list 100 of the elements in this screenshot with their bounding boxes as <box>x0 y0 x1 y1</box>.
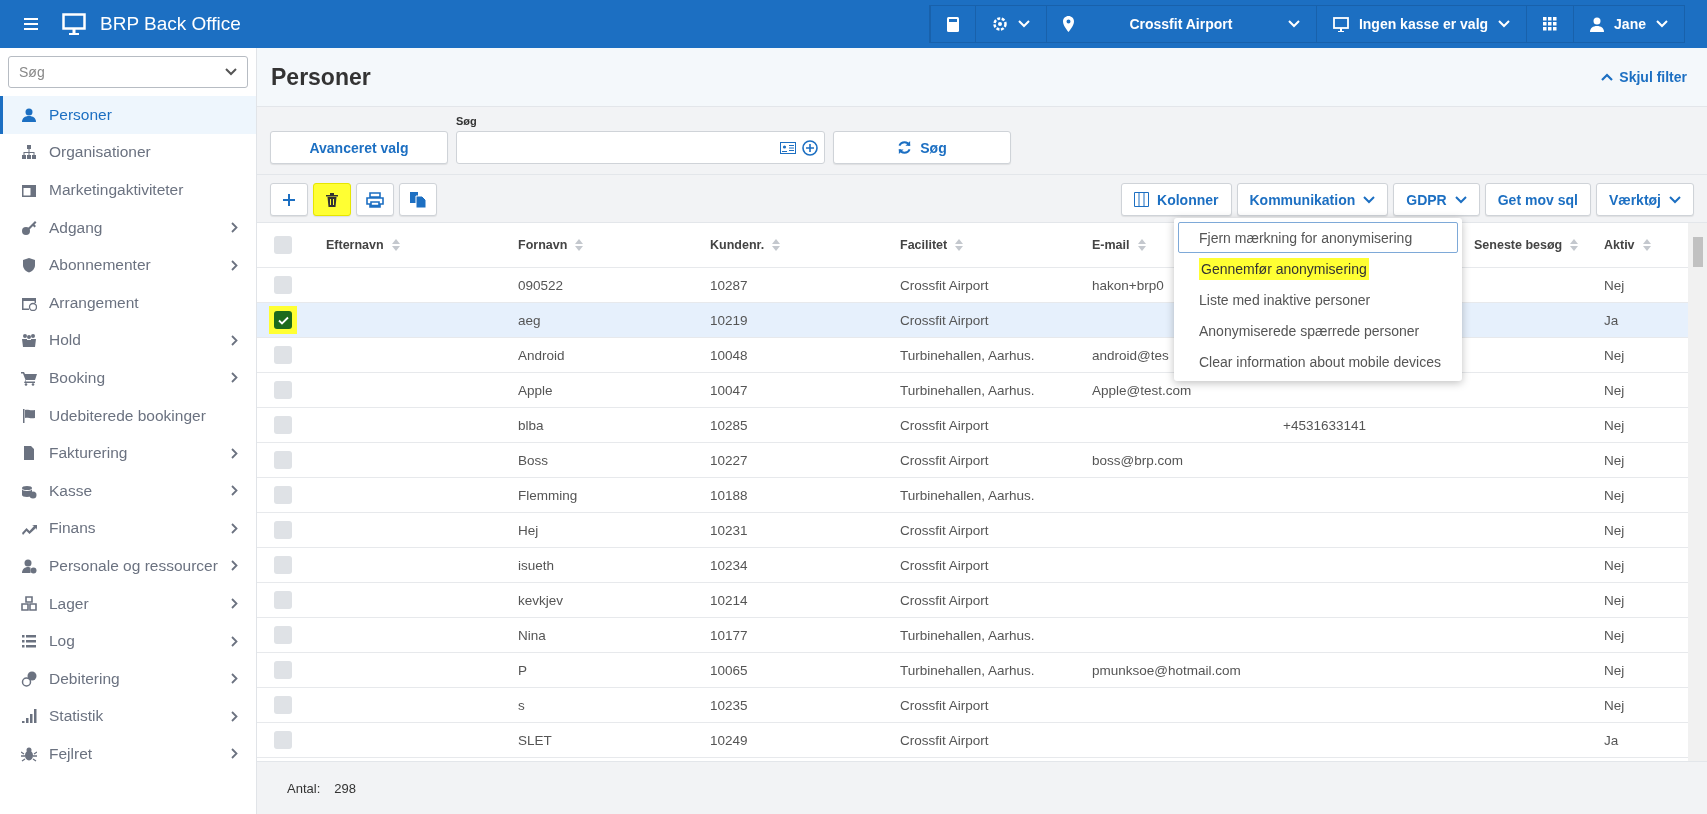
table-cell: 10188 <box>710 488 748 503</box>
table-cell: Nej <box>1604 418 1625 433</box>
table-cell: android@tes <box>1092 348 1169 363</box>
table-cell: boss@brp.com <box>1092 453 1183 468</box>
menu-item[interactable]: Fjern mærkning for anonymisering <box>1178 222 1458 253</box>
toolbar-button[interactable]: GDPR <box>1393 183 1480 216</box>
column-header[interactable]: Aktiv <box>1604 238 1635 252</box>
table-cell: P <box>518 663 527 678</box>
table-row[interactable]: P 10065 Turbinehallen, Aarhus. pmunksoe@hotmail.com Nej <box>257 653 1688 688</box>
table-row[interactable]: Nina 10177 Turbinehallen, Aarhus. Nej <box>257 618 1688 653</box>
column-header[interactable]: Kundenr. <box>710 238 765 252</box>
sidebar-item[interactable]: Fejlret <box>0 735 256 773</box>
table-row[interactable]: blba 10285 Crossfit Airport +4531633141 Nej <box>257 408 1688 443</box>
table-cell: Nej <box>1604 383 1625 398</box>
table-cell: Crossfit Airport <box>900 593 989 608</box>
table-cell: Nej <box>1604 593 1625 608</box>
hide-filter-link[interactable]: Skjul filter <box>1601 69 1687 85</box>
search-button[interactable]: Søg <box>833 131 1011 164</box>
table-cell: Nej <box>1604 558 1625 573</box>
table-cell: Nej <box>1604 348 1625 363</box>
sidebar-item[interactable]: Organisationer <box>0 133 256 172</box>
table-cell: 10048 <box>710 348 748 363</box>
table-row[interactable]: isueth 10234 Crossfit Airport Nej <box>257 548 1688 583</box>
advanced-selection-button[interactable]: Avanceret valg <box>270 131 448 164</box>
search-label: Søg <box>456 115 478 127</box>
column-header[interactable]: E-mail <box>1092 238 1130 252</box>
table-cell: Nej <box>1604 488 1625 503</box>
toolbar-button[interactable]: Kolonner <box>1121 183 1232 216</box>
sidebar-item[interactable]: Fakturering <box>0 434 256 472</box>
column-header[interactable]: Efternavn <box>326 238 384 252</box>
table-cell: Crossfit Airport <box>900 523 989 538</box>
column-header[interactable]: Facilitet <box>900 238 948 252</box>
table-cell: isueth <box>518 558 555 573</box>
table-cell: Ja <box>1604 733 1619 748</box>
table-cell: Apple <box>518 383 553 398</box>
table-cell: pmunksoe@hotmail.com <box>1092 663 1241 678</box>
table-cell: Ja <box>1604 313 1619 328</box>
table-cell: s <box>518 698 525 713</box>
table-cell: Turbinehallen, Aarhus. <box>900 488 1035 503</box>
table-row[interactable]: Boss 10227 Crossfit Airport boss@brp.com Nej <box>257 443 1688 478</box>
table-cell: 10227 <box>710 453 748 468</box>
table-cell: blba <box>518 418 544 433</box>
table-row[interactable]: Flemming 10188 Turbinehallen, Aarhus. Nej <box>257 478 1688 513</box>
table-cell: Nej <box>1604 278 1625 293</box>
sidebar-item[interactable]: Abonnementer <box>0 246 256 284</box>
sidebar-search-select[interactable]: Søg <box>8 56 248 88</box>
sidebar-item[interactable]: Log <box>0 622 256 660</box>
sidebar-item[interactable]: Statistik <box>0 697 256 736</box>
table-cell: Crossfit Airport <box>900 278 989 293</box>
table-cell: 10287 <box>710 278 748 293</box>
sidebar-item[interactable]: Finans <box>0 509 256 548</box>
table-cell: Crossfit Airport <box>900 733 989 748</box>
table-cell: Crossfit Airport <box>900 313 989 328</box>
table-cell: Crossfit Airport <box>900 558 989 573</box>
sidebar-item[interactable]: Debitering <box>0 659 256 698</box>
sidebar-item[interactable]: Marketingaktiviteter <box>0 171 256 209</box>
toolbar-button[interactable]: Kommunikation <box>1236 183 1389 216</box>
table-row[interactable]: s 10235 Crossfit Airport Nej <box>257 688 1688 723</box>
table-cell: Nej <box>1604 453 1625 468</box>
sidebar-item[interactable]: Booking <box>0 359 256 397</box>
table-cell: Turbinehallen, Aarhus. <box>900 348 1035 363</box>
sidebar-item[interactable]: Adgang <box>0 208 256 247</box>
table-cell: 10219 <box>710 313 748 328</box>
table-cell: 10234 <box>710 558 748 573</box>
table-cell: Crossfit Airport <box>900 418 989 433</box>
table-cell: aeg <box>518 313 541 328</box>
sidebar-item[interactable]: Lager <box>0 584 256 623</box>
table-cell: Nej <box>1604 628 1625 643</box>
table-cell: Boss <box>518 453 548 468</box>
column-header[interactable]: Fornavn <box>518 238 568 252</box>
count-value: 298 <box>334 780 356 796</box>
table-cell: 10065 <box>710 663 748 678</box>
app-title: BRP Back Office <box>100 13 241 35</box>
sidebar-item[interactable]: Hold <box>0 321 256 360</box>
sidebar-item[interactable]: Personer <box>0 96 256 134</box>
table-cell: Crossfit Airport <box>900 698 989 713</box>
table-row[interactable]: Hej 10231 Crossfit Airport Nej <box>257 513 1688 548</box>
page-title: Personer <box>271 63 371 91</box>
table-cell: Apple@test.com <box>1092 383 1192 398</box>
table-row[interactable]: SLET 10249 Crossfit Airport Ja <box>257 723 1688 758</box>
sidebar-item[interactable]: Udebiterede bookinger <box>0 396 256 435</box>
column-header[interactable]: Seneste besøg <box>1474 238 1563 252</box>
table-cell: Turbinehallen, Aarhus. <box>900 383 1035 398</box>
toolbar-button[interactable]: Værktøj <box>1595 183 1694 216</box>
table-cell: 10235 <box>710 698 748 713</box>
sidebar-item[interactable]: Arrangement <box>0 283 256 322</box>
table-cell: kevkjev <box>518 593 563 608</box>
table-row[interactable]: kevkjev 10214 Crossfit Airport Nej <box>257 583 1688 618</box>
table-cell: Crossfit Airport <box>900 453 989 468</box>
table-cell: Turbinehallen, Aarhus. <box>900 663 1035 678</box>
table-cell: Nej <box>1604 698 1625 713</box>
table-cell: Nej <box>1604 523 1625 538</box>
table-cell: 10285 <box>710 418 748 433</box>
toolbar-button[interactable]: Get mov sql <box>1484 183 1591 216</box>
sidebar-item[interactable]: Kasse <box>0 471 256 510</box>
table-cell: Turbinehallen, Aarhus. <box>900 628 1035 643</box>
table-cell: +4531633141 <box>1283 418 1366 433</box>
sidebar-item[interactable]: Personale og ressourcer <box>0 547 256 585</box>
table-cell: Flemming <box>518 488 578 503</box>
table-cell: 10249 <box>710 733 748 748</box>
